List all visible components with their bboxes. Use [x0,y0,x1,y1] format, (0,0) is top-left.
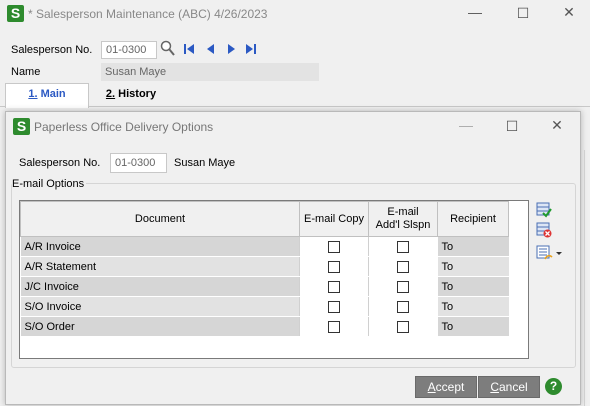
maximize-icon[interactable]: ☐ [513,5,533,22]
outer-window-border [584,150,585,406]
email-copy-checkbox[interactable] [328,300,340,313]
table-row[interactable]: A/R Invoice To [20,236,509,257]
recipient-cell[interactable]: To [437,316,509,337]
table-row[interactable]: S/O Invoice To [20,296,509,317]
column-header-recipient: Recipient [437,201,509,237]
dialog-maximize-icon[interactable]: ☐ [502,118,522,135]
document-cell: S/O Order [20,316,300,337]
column-header-document: Document [20,201,300,237]
email-copy-checkbox[interactable] [328,320,340,333]
email-addl-checkbox[interactable] [397,320,410,333]
recipient-cell[interactable]: To [437,256,509,277]
column-header-email-addl: E-mail Add'l Slspn [368,201,438,237]
dialog-app-icon: S [13,118,30,135]
email-options-grid: Document E-mail Copy E-mail Add'l Slspn … [19,200,529,359]
email-addl-checkbox[interactable] [397,300,410,313]
cancel-button-label: ancel [498,380,528,394]
column-header-email-addl-line2: Add'l Slspn [375,219,431,231]
email-copy-cell[interactable] [299,236,369,257]
help-icon[interactable]: ? [545,378,562,395]
previous-record-icon[interactable] [205,43,215,58]
salesperson-no-label: Salesperson No. [11,44,93,56]
email-copy-checkbox[interactable] [328,260,340,273]
email-addl-cell[interactable] [368,256,438,277]
dialog-salesperson-no-field: 01-0300 [110,153,167,173]
email-copy-checkbox[interactable] [328,280,340,293]
column-header-email-addl-line1: E-mail [387,206,419,218]
recipient-cell[interactable]: To [437,296,509,317]
recipient-cell[interactable]: To [437,236,509,257]
document-cell: S/O Invoice [20,296,300,317]
minimize-icon[interactable]: — [465,4,485,20]
accept-button[interactable]: Accept [415,376,477,398]
accept-button-label: ccept [435,380,465,394]
email-addl-cell[interactable] [368,236,438,257]
email-addl-checkbox[interactable] [397,260,410,273]
paperless-office-dialog: S Paperless Office Delivery Options — ☐ … [5,111,581,405]
clear-all-icon[interactable] [536,222,552,238]
salesperson-no-field[interactable]: 01-0300 [101,41,157,59]
tab-history[interactable]: 2. History [100,88,162,100]
tab-history-number: 2. [105,88,116,100]
email-copy-cell[interactable] [299,316,369,337]
dialog-minimize-icon[interactable]: — [456,117,476,133]
email-addl-cell[interactable] [368,296,438,317]
first-record-icon[interactable] [183,43,195,58]
email-copy-checkbox[interactable] [328,240,340,253]
dialog-salesperson-name: Susan Maye [174,157,236,169]
recipient-cell[interactable]: To [437,276,509,297]
document-cell: A/R Invoice [20,236,300,257]
email-options-label: E-mail Options [12,178,87,190]
dialog-salesperson-no-label: Salesperson No. [19,157,101,169]
name-field: Susan Maye [101,63,319,81]
dialog-close-icon[interactable]: ✕ [547,117,567,134]
table-row[interactable]: S/O Order To [20,316,509,337]
email-addl-checkbox[interactable] [397,280,410,293]
app-icon: S [7,5,24,22]
outer-title-bar: S * Salesperson Maintenance (ABC) 4/26/2… [0,0,590,28]
cancel-button[interactable]: Cancel [478,376,540,398]
tab-main-label: Main [37,88,66,100]
last-record-icon[interactable] [245,43,257,58]
tab-main-number: 1. [28,88,38,100]
document-cell: A/R Statement [20,256,300,277]
tab-history-label: History [115,88,157,100]
close-icon[interactable]: ✕ [559,4,579,21]
email-options-table: Document E-mail Copy E-mail Add'l Slspn … [20,201,509,337]
dialog-title: Paperless Office Delivery Options [34,120,214,134]
email-addl-cell[interactable] [368,316,438,337]
column-header-email-copy: E-mail Copy [299,201,369,237]
search-icon[interactable] [160,40,176,60]
outer-window-title: * Salesperson Maintenance (ABC) 4/26/202… [28,7,268,21]
tab-main[interactable]: 1. Main [5,83,89,108]
name-label: Name [11,66,41,78]
email-copy-cell[interactable] [299,296,369,317]
next-record-icon[interactable] [227,43,237,58]
options-dropdown-icon[interactable] [536,245,562,261]
table-row[interactable]: J/C Invoice To [20,276,509,297]
email-copy-cell[interactable] [299,256,369,277]
email-copy-cell[interactable] [299,276,369,297]
table-row[interactable]: A/R Statement To [20,256,509,277]
email-addl-checkbox[interactable] [397,240,410,253]
document-cell: J/C Invoice [20,276,300,297]
email-addl-cell[interactable] [368,276,438,297]
select-all-icon[interactable] [536,202,552,218]
